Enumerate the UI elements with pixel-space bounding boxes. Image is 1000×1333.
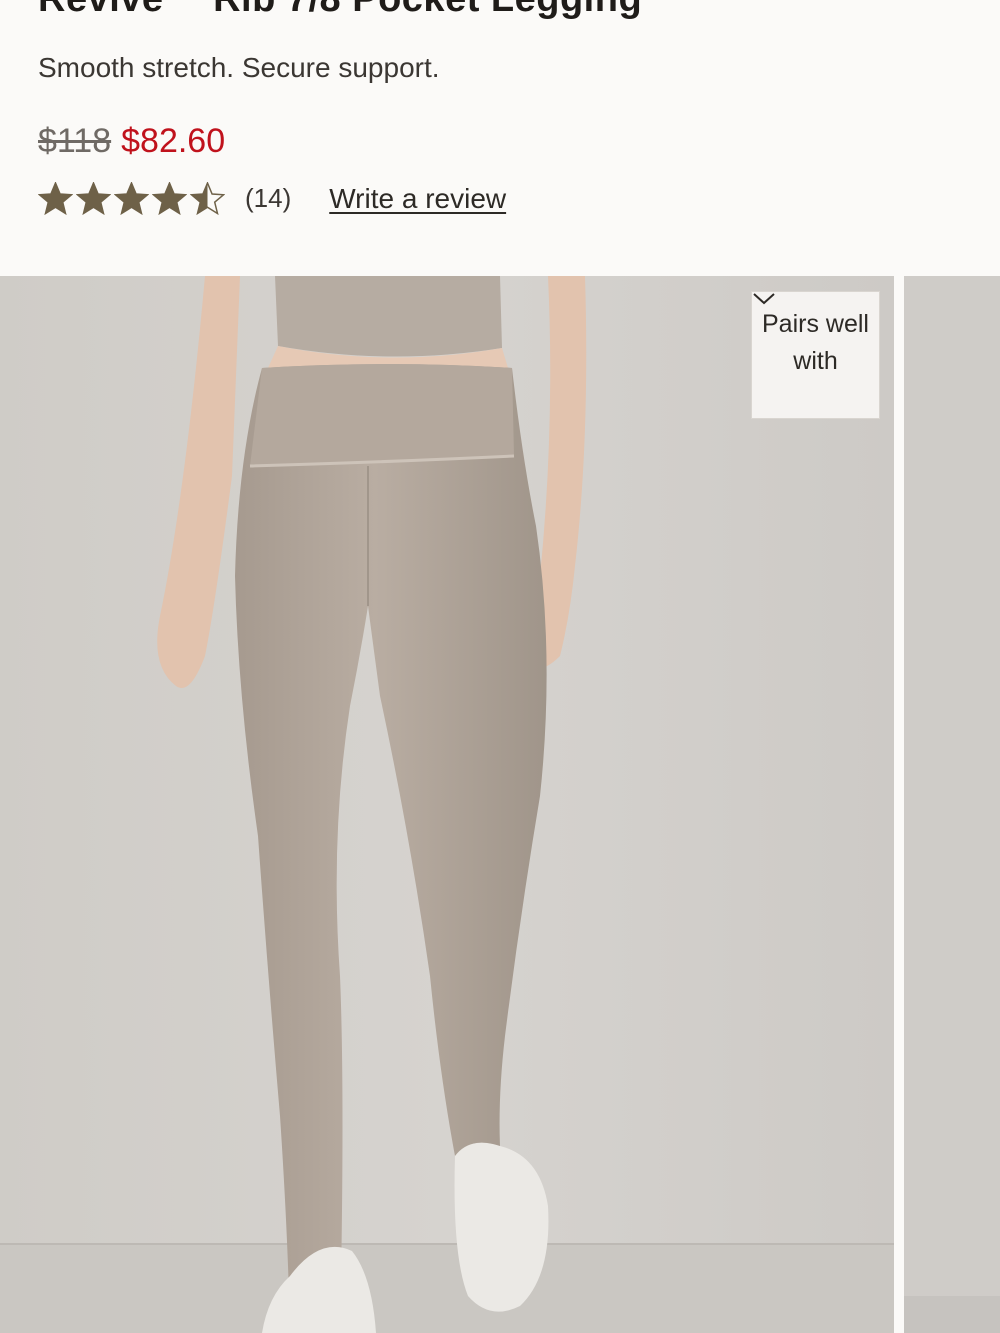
chevron-down-icon: [753, 293, 775, 305]
star-half-icon: [190, 182, 225, 215]
sale-price: $82.60: [121, 122, 226, 160]
rating-row: (14) Write a review: [38, 182, 506, 215]
pairs-well-with-label: Pairs well with: [762, 310, 869, 375]
star-full-icon: [76, 182, 111, 215]
star-rating: [38, 182, 225, 215]
product-image-main[interactable]: Pairs well with: [0, 276, 894, 1333]
pairs-well-with-button[interactable]: Pairs well with: [751, 291, 880, 419]
review-count[interactable]: (14): [245, 183, 291, 214]
model-photo: [0, 276, 894, 1333]
star-full-icon: [114, 182, 149, 215]
next-photo-peek: [904, 276, 1000, 1333]
product-header: Revive™ Rib 7/8 Pocket Legging Smooth st…: [0, 0, 1000, 276]
original-price: $118: [38, 122, 112, 160]
star-full-icon: [38, 182, 73, 215]
product-image-next[interactable]: [904, 276, 1000, 1333]
product-subtitle: Smooth stretch. Secure support.: [38, 52, 440, 83]
product-image-gallery[interactable]: Pairs well with: [0, 276, 1000, 1333]
product-title: Revive™ Rib 7/8 Pocket Legging: [38, 0, 642, 21]
price-row: $118 $82.60: [38, 122, 225, 161]
star-full-icon: [152, 182, 187, 215]
write-review-link[interactable]: Write a review: [329, 183, 506, 215]
